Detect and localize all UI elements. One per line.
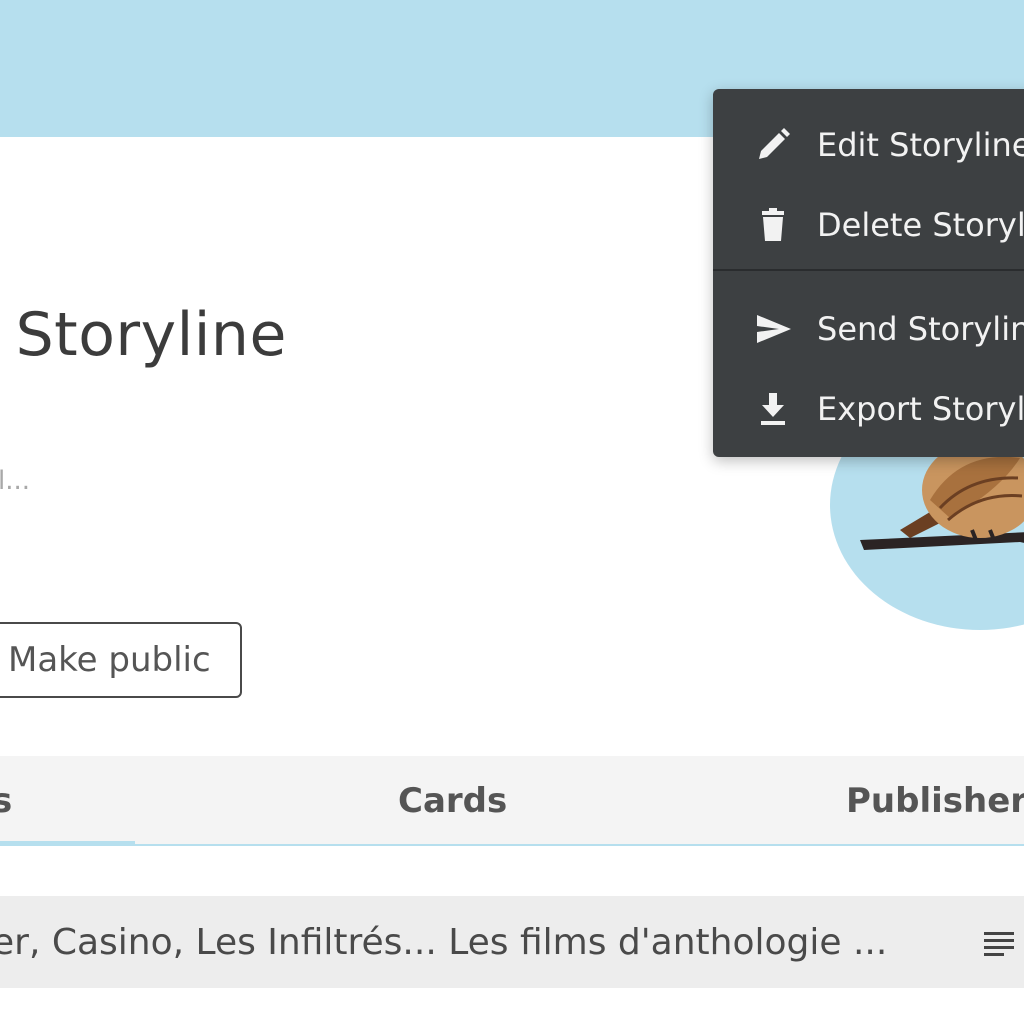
make-public-button[interactable]: Make public (0, 622, 242, 698)
tab-publisher[interactable]: Publisher (846, 756, 1024, 846)
list-item[interactable]: er, Casino, Les Infiltrés... Les films d… (0, 896, 1024, 988)
menu-item-edit-storyline[interactable]: Edit Storyline (713, 107, 1024, 183)
menu-item-label: Export Storyl (817, 390, 1024, 428)
list-item-text: er, Casino, Les Infiltrés... Les films d… (0, 921, 888, 963)
menu-item-export-storyline[interactable]: Export Storyl (713, 371, 1024, 447)
menu-item-label: Delete Storyl (817, 206, 1024, 244)
storyline-actions-menu: Edit Storyline Delete Storyl Send Storyl… (713, 89, 1024, 457)
tab-cards[interactable]: Cards (398, 756, 507, 846)
active-tab-indicator (0, 841, 135, 846)
download-icon (761, 393, 785, 425)
send-icon (757, 315, 791, 343)
trash-icon (762, 208, 784, 241)
menu-item-label: Send Storylin (817, 310, 1024, 348)
menu-divider (713, 269, 1024, 271)
menu-item-delete-storyline[interactable]: Delete Storyl (713, 187, 1024, 263)
tab-bar: s Cards Publisher (0, 756, 1024, 846)
page-title: t Storyline (0, 300, 287, 370)
tab-storylines[interactable]: s (0, 756, 12, 846)
menu-lines-icon[interactable] (982, 928, 1018, 958)
storyline-page: t Storyline l... Make public s Cards Pub… (0, 0, 1024, 1024)
storyline-description: l... (0, 466, 31, 496)
pencil-icon (759, 128, 790, 159)
menu-item-label: Edit Storyline (817, 126, 1024, 164)
menu-item-send-storyline[interactable]: Send Storylin (713, 291, 1024, 367)
